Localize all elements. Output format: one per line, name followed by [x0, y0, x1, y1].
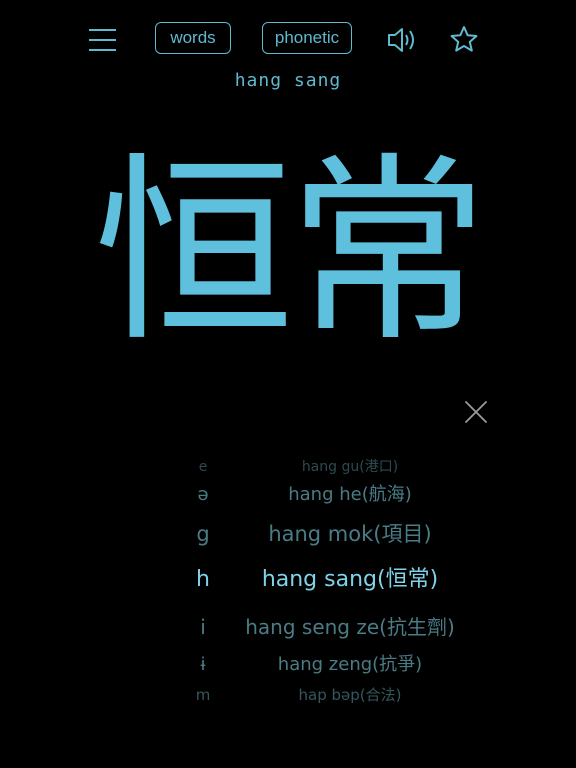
picker-word: hang mok(項目) — [268, 522, 432, 546]
picker-row[interactable]: g hang mok(項目) — [160, 515, 480, 555]
picker-word: hang he(航海) — [288, 484, 412, 505]
speaker-icon[interactable] — [386, 25, 420, 55]
picker-word: hang seng ze(抗生劑) — [245, 615, 455, 639]
word-picker[interactable]: e hang gu(港口) ə hang he(航海) g hang mok(項… — [160, 450, 480, 710]
picker-letter: ə — [197, 484, 209, 505]
picker-row-selected[interactable]: h hang sang(恒常) — [160, 560, 480, 600]
picker-word: hang sang(恒常) — [261, 567, 439, 592]
picker-word: hap bəp(合法) — [298, 686, 402, 704]
picker-letter: i — [200, 615, 206, 639]
menu-line — [89, 49, 116, 51]
picker-row[interactable]: ə hang he(航海) — [160, 478, 480, 518]
picker-row[interactable]: i hang seng ze(抗生劑) — [160, 608, 480, 648]
picker-letter: m — [195, 686, 211, 704]
words-button[interactable]: words — [155, 22, 231, 54]
menu-line — [89, 39, 116, 41]
app-screen: words phonetic hang sang 恒常 e hang gu(港口… — [0, 0, 576, 768]
picker-letter: ɨ — [200, 654, 206, 675]
picker-letter: h — [196, 567, 210, 592]
close-icon[interactable] — [463, 399, 489, 425]
romanization-label: hang sang — [234, 70, 342, 91]
menu-line — [89, 29, 116, 31]
star-icon[interactable] — [448, 24, 480, 54]
chinese-characters: 恒常 — [93, 136, 488, 369]
top-toolbar: words phonetic — [0, 0, 576, 80]
picker-row[interactable]: m hap bəp(合法) — [160, 680, 480, 710]
picker-letter: g — [196, 522, 210, 546]
hamburger-menu-icon[interactable] — [86, 25, 120, 55]
phonetic-button[interactable]: phonetic — [262, 22, 352, 54]
picker-word: hang zeng(抗爭) — [277, 654, 423, 675]
